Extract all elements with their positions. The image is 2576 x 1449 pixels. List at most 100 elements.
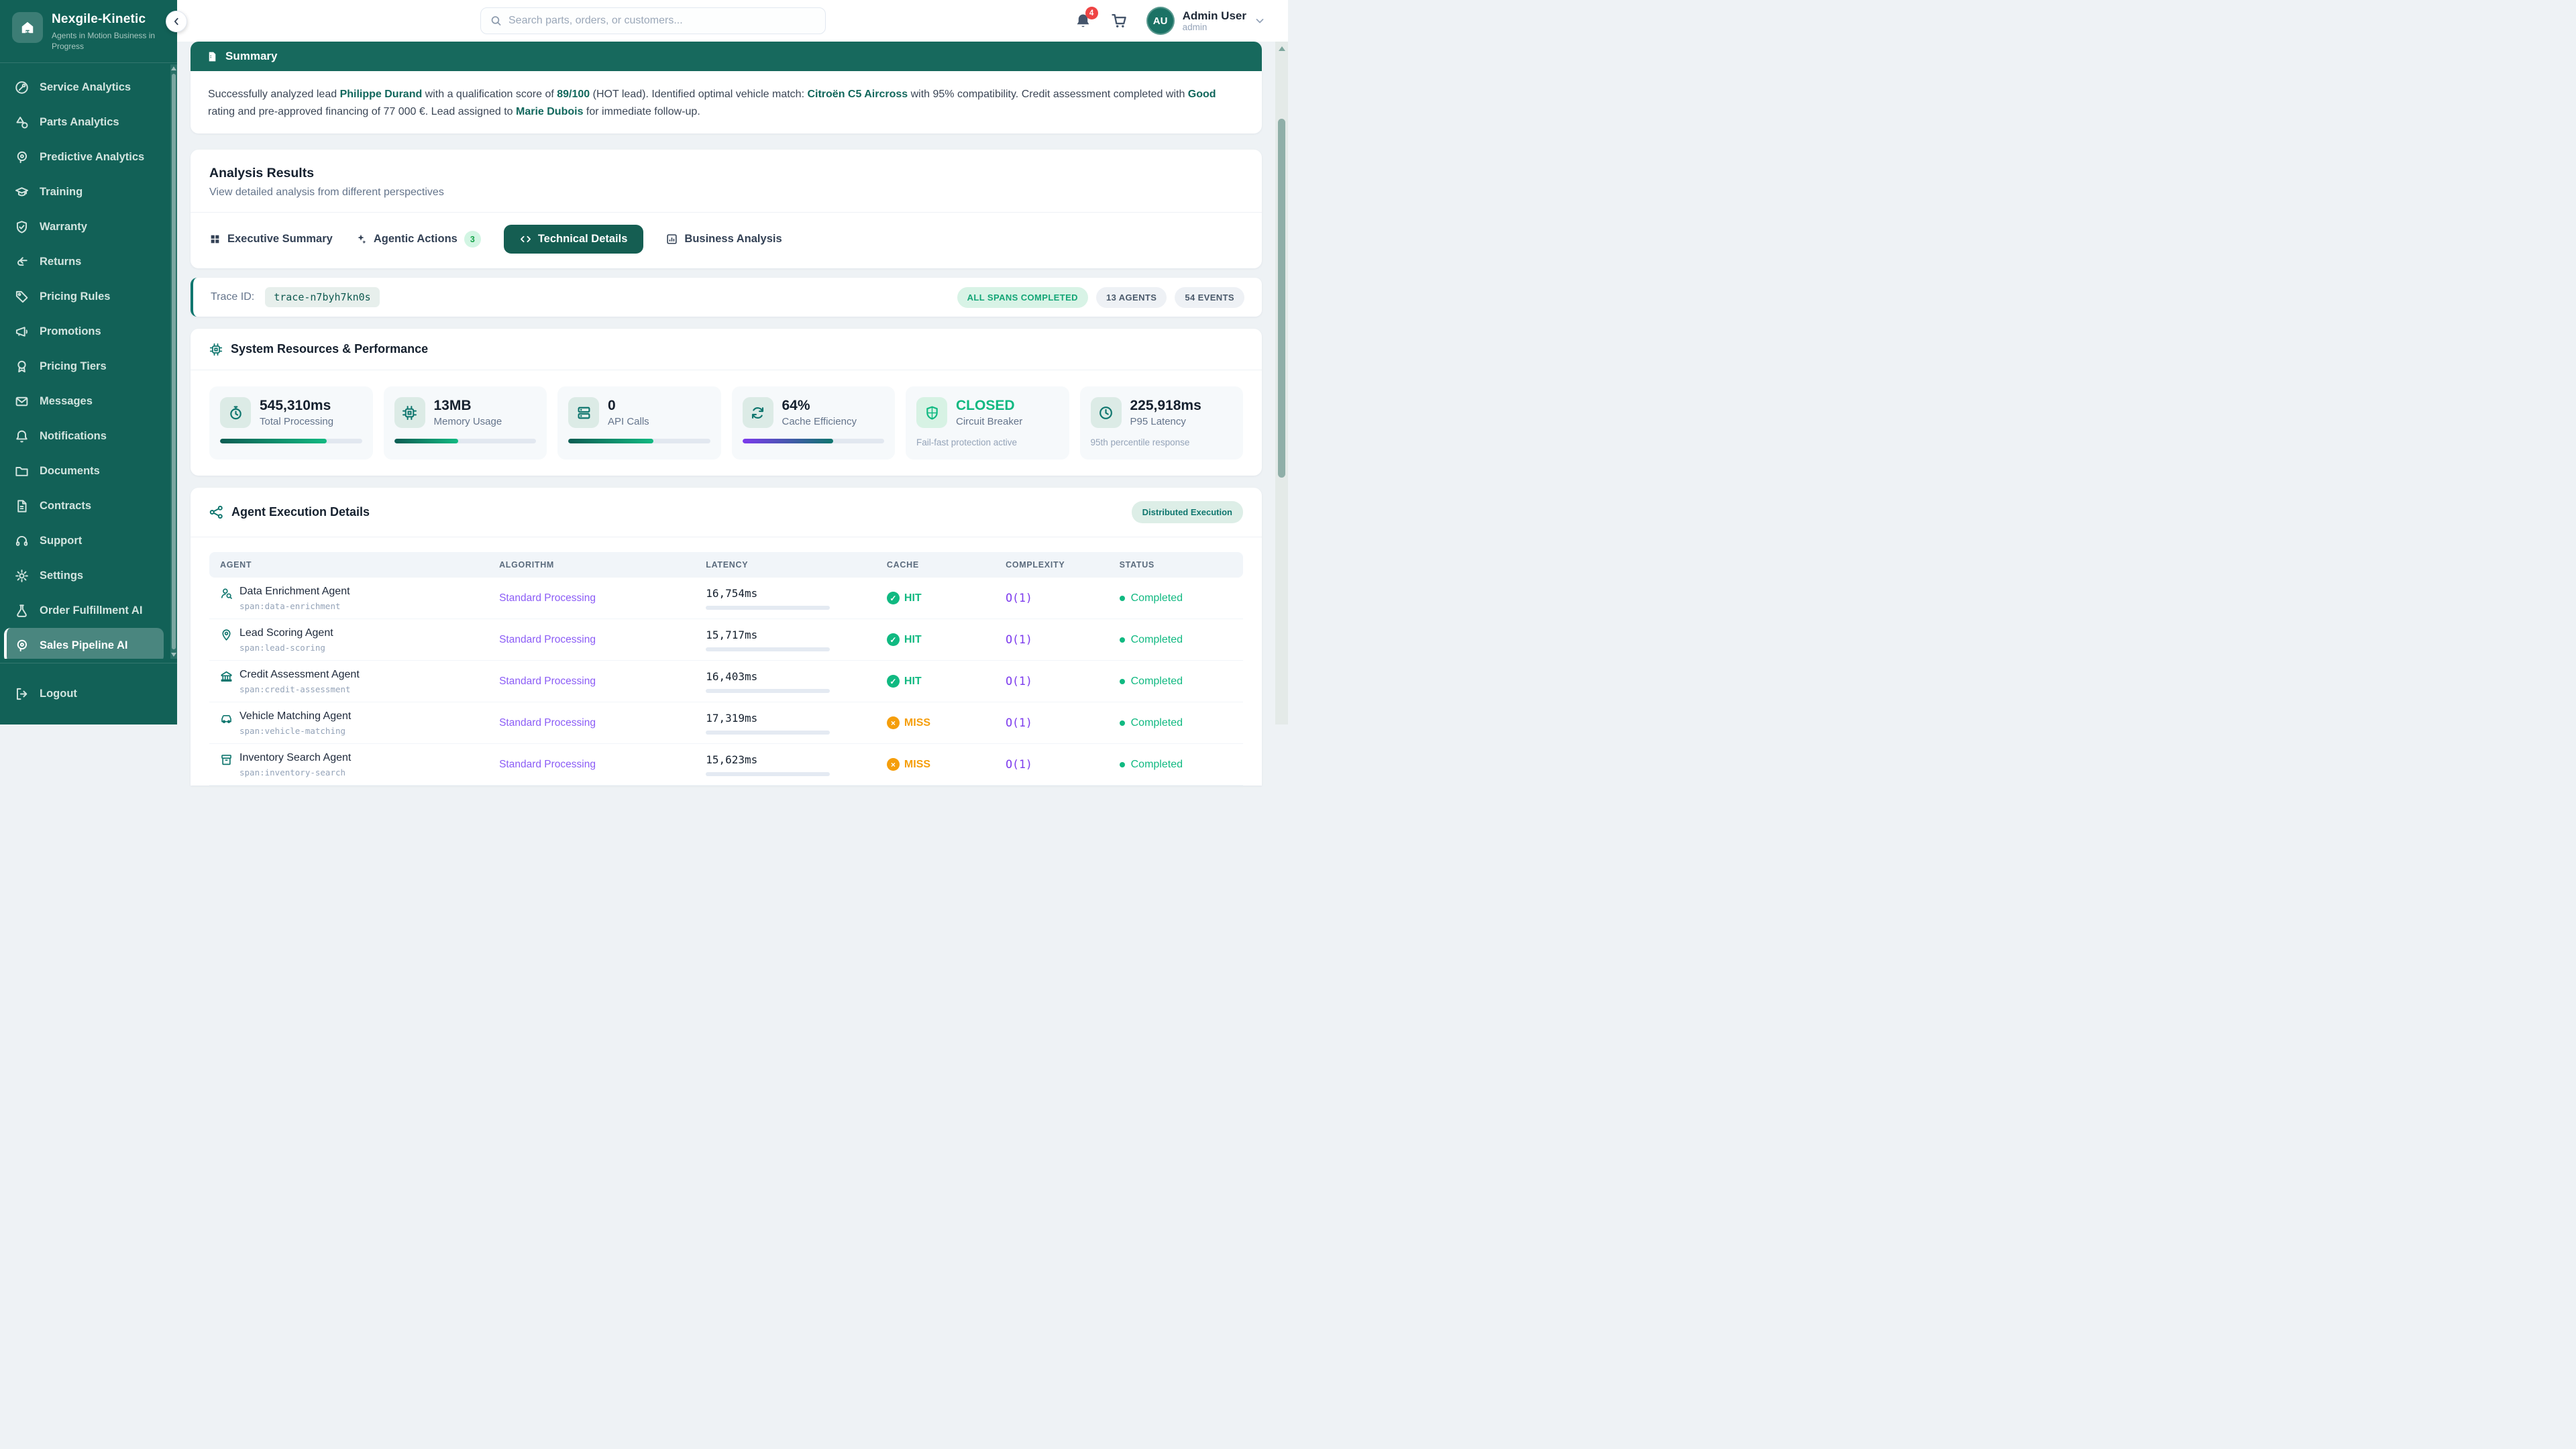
page-scrollbar-thumb[interactable] [1278,119,1285,478]
user-role: admin [1183,22,1246,32]
summary-header: Summary [191,42,1262,71]
sidebar-item-service-analytics[interactable]: Service Analytics [0,70,170,105]
sidebar-item-label: Order Fulfillment AI [40,604,142,617]
logout-button[interactable]: Logout [0,677,177,712]
shield-check-icon [15,220,29,234]
scroll-down-icon[interactable] [171,653,176,657]
server-icon [568,397,599,428]
car-icon [220,712,233,724]
metric-label: Circuit Breaker [956,416,1022,427]
sidebar-item-parts-analytics[interactable]: Parts Analytics [0,105,170,140]
sidebar-item-messages[interactable]: Messages [0,384,170,419]
sidebar-item-support[interactable]: Support [0,523,170,558]
cart-icon [1111,13,1128,30]
shapes-icon [15,115,29,129]
scroll-up-icon[interactable] [1279,46,1285,51]
head-gear-icon [15,639,29,653]
sidebar-item-pricing-rules[interactable]: Pricing Rules [0,279,170,314]
status-dot-icon [1120,637,1125,643]
folder-icon [15,464,29,478]
lead-name: Philippe Durand [340,89,423,100]
agents-count-badge: 13 AGENTS [1096,287,1167,308]
sidebar-item-documents[interactable]: Documents [0,453,170,488]
user-menu[interactable]: AU Admin User admin [1146,7,1265,35]
sidebar-item-contracts[interactable]: Contracts [0,488,170,523]
check-circle-icon: ✓ [887,592,900,604]
latency-value: 17,319ms [706,712,865,724]
wrench-icon [15,80,29,95]
sidebar: Nexgile-Kinetic Agents in Motion Busines… [0,0,177,724]
notifications-button[interactable]: 4 [1074,11,1093,30]
cart-button[interactable] [1110,11,1129,30]
sidebar-item-settings[interactable]: Settings [0,558,170,593]
sidebar-item-label: Promotions [40,325,101,338]
document-icon [207,51,218,62]
agent-name: Inventory Search Agent [239,752,351,764]
metric-cache-efficiency: 64% Cache Efficiency [732,386,896,460]
network-icon [209,505,223,519]
file-text-icon [15,499,29,513]
search-input[interactable] [508,15,816,27]
analysis-tabs: Executive Summary Agentic Actions 3 Tech… [191,213,1262,268]
algorithm-link[interactable]: Standard Processing [499,634,596,645]
table-row[interactable]: Lead Scoring Agent span:lead-scoring Sta… [209,619,1243,661]
sidebar-scrollbar-thumb[interactable] [172,74,176,649]
algorithm-link[interactable]: Standard Processing [499,759,596,770]
algorithm-link[interactable]: Standard Processing [499,676,596,687]
return-arrow-icon [15,255,29,269]
agent-span: span:inventory-search [239,767,351,777]
chevron-left-icon [172,17,181,26]
latency-bar [706,606,830,610]
summary-segment: (HOT lead). Identified optimal vehicle m… [590,89,807,100]
sidebar-item-label: Settings [40,570,83,582]
main-area: 4 AU Admin User admin [177,0,1288,724]
metric-sublabel: 95th percentile response [1091,437,1233,447]
table-row[interactable]: Credit Assessment Agent span:credit-asse… [209,661,1243,702]
algorithm-link[interactable]: Standard Processing [499,592,596,604]
sidebar-item-notifications[interactable]: Notifications [0,419,170,453]
table-row[interactable]: Data Enrichment Agent span:data-enrichme… [209,578,1243,619]
archive-box-icon [220,753,233,766]
sidebar-collapse-button[interactable] [166,11,187,32]
brand-name: Nexgile-Kinetic [52,12,165,27]
sidebar-item-pricing-tiers[interactable]: Pricing Tiers [0,349,170,384]
sidebar-item-predictive-analytics[interactable]: Predictive Analytics [0,140,170,174]
trace-id-chip[interactable]: trace-n7byh7kn0s [265,287,380,307]
metric-label: Total Processing [260,416,333,427]
complexity-value: O(1) [1006,633,1032,646]
sidebar-item-training[interactable]: Training [0,174,170,209]
system-resources-card: System Resources & Performance 545,310ms… [191,329,1262,476]
tab-executive-summary[interactable]: Executive Summary [209,233,333,246]
table-row[interactable]: Inventory Search Agent span:inventory-se… [209,744,1243,786]
main-content: Summary Successfully analyzed lead Phili… [191,42,1262,724]
latency-value: 16,403ms [706,670,865,683]
tab-technical-details[interactable]: Technical Details [504,225,644,254]
complexity-value: O(1) [1006,716,1032,729]
summary-card: Summary Successfully analyzed lead Phili… [191,42,1262,133]
sidebar-item-warranty[interactable]: Warranty [0,209,170,244]
metric-progress [220,439,362,443]
agent-execution-card: Agent Execution Details Distributed Exec… [191,488,1262,786]
tab-business-analysis[interactable]: Business Analysis [666,233,782,246]
table-row[interactable]: Vehicle Matching Agent span:vehicle-matc… [209,702,1243,744]
chevron-down-icon [1254,15,1265,26]
sparkles-icon [356,233,367,245]
sidebar-scrollbar[interactable] [170,64,177,659]
latency-bar [706,772,830,776]
sidebar-item-order-fulfillment-ai[interactable]: Order Fulfillment AI [0,593,170,628]
sidebar-item-promotions[interactable]: Promotions [0,314,170,349]
tab-agentic-actions[interactable]: Agentic Actions 3 [356,231,481,248]
agent-name: Vehicle Matching Agent [239,710,351,722]
summary-segment: rating and pre-approved financing of 77 … [208,106,516,117]
scroll-up-icon[interactable] [171,66,176,70]
page-scrollbar[interactable] [1275,42,1288,724]
bank-icon [220,670,233,683]
algorithm-link[interactable]: Standard Processing [499,717,596,729]
medal-icon [15,360,29,374]
column-header-latency: LATENCY [695,552,876,578]
sidebar-item-returns[interactable]: Returns [0,244,170,279]
gear-icon [15,569,29,583]
search-box[interactable] [480,7,826,34]
sidebar-item-sales-pipeline-ai[interactable]: Sales Pipeline AI [4,628,164,659]
sidebar-item-label: Messages [40,395,93,408]
